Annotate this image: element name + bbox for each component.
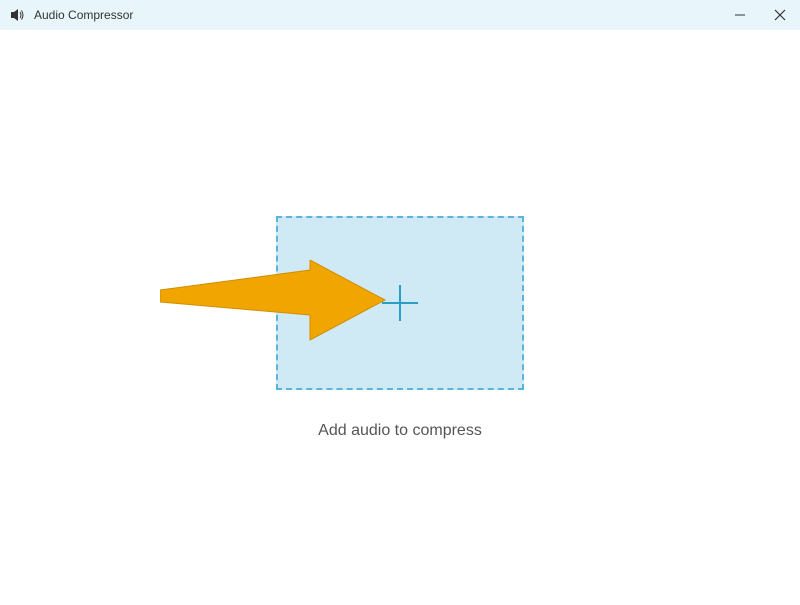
titlebar: Audio Compressor [0, 0, 800, 30]
speaker-icon [10, 7, 26, 23]
main-area: Add audio to compress [0, 30, 800, 605]
window-title: Audio Compressor [34, 8, 133, 22]
close-button[interactable] [760, 0, 800, 30]
minimize-button[interactable] [720, 0, 760, 30]
plus-icon [376, 279, 424, 327]
add-audio-dropzone[interactable] [276, 216, 524, 390]
dropzone-caption: Add audio to compress [0, 422, 800, 440]
window-controls [720, 0, 800, 30]
